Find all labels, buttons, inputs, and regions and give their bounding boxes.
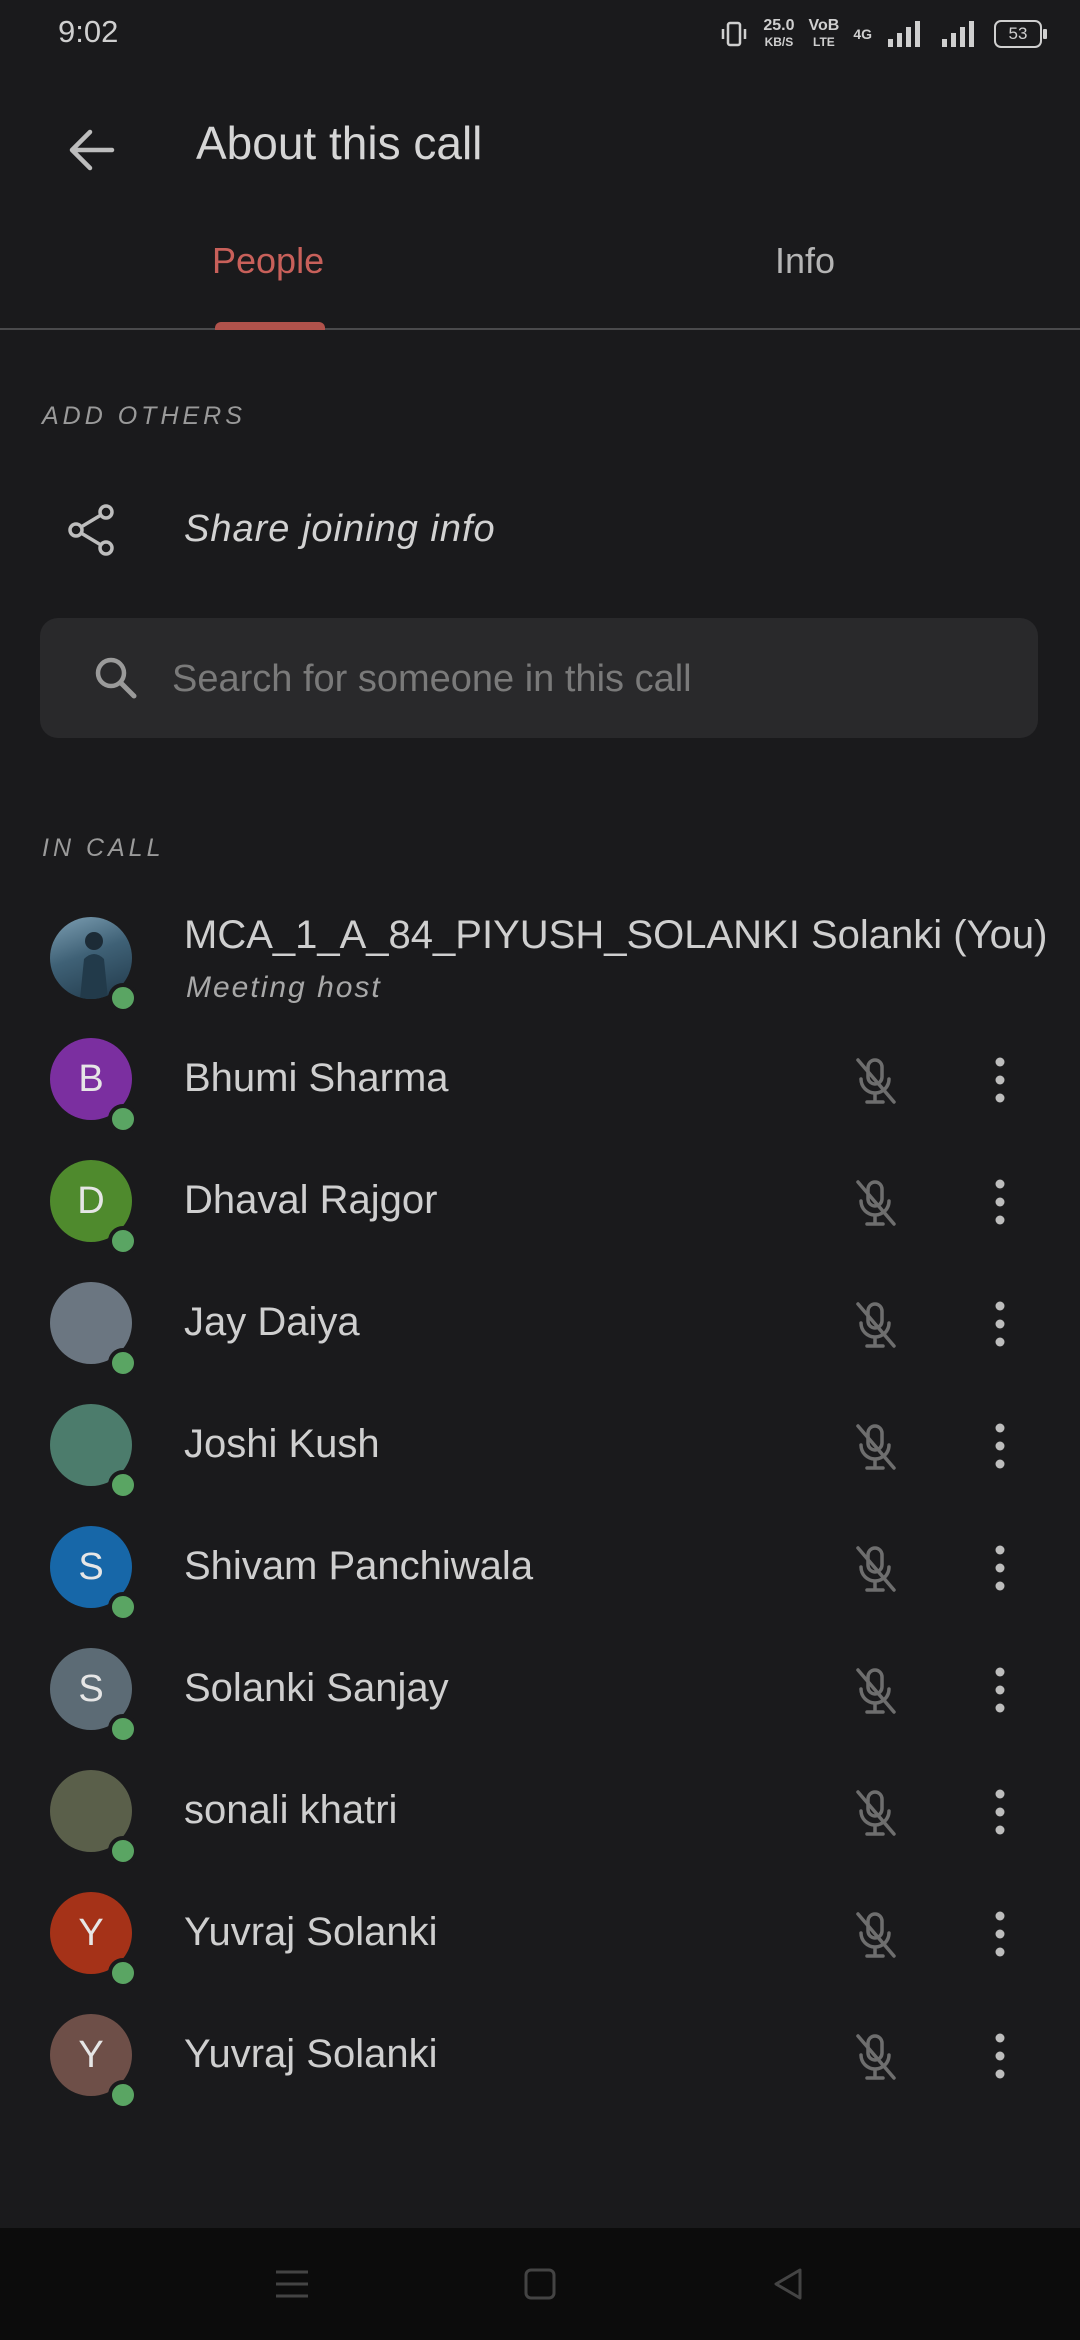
meeting-host-label: Meeting host (186, 971, 382, 1004)
mic-off-icon[interactable] (846, 1906, 904, 1964)
more-options-icon[interactable] (978, 1298, 1022, 1350)
share-joining-info-button[interactable]: Share joining info (0, 480, 1080, 580)
more-options-icon[interactable] (978, 1664, 1022, 1716)
participant-row: Y Yuvraj Solanki (0, 1872, 1080, 1994)
menu-icon[interactable] (272, 2264, 312, 2304)
search-bar[interactable] (40, 618, 1038, 738)
online-status-dot (108, 1470, 138, 1500)
network-speed: 25.0 KB/S (763, 18, 794, 50)
online-status-dot (108, 1714, 138, 1744)
speed-unit: KB/S (764, 35, 794, 49)
more-options-icon[interactable] (978, 1786, 1022, 1838)
online-status-dot (108, 1958, 138, 1988)
status-icons: 25.0 KB/S VoB LTE 4G 53 (719, 14, 1047, 54)
participant-name: Dhaval Rajgor (184, 1178, 438, 1222)
mic-off-icon[interactable] (846, 1174, 904, 1232)
status-bar: 9:02 25.0 KB/S VoB LTE 4G 53 (0, 0, 1080, 70)
mic-off-icon[interactable] (846, 1540, 904, 1598)
status-time: 9:02 (58, 14, 119, 49)
participant-name: Shivam Panchiwala (184, 1544, 534, 1588)
mic-off-icon[interactable] (846, 1662, 904, 1720)
more-options-icon[interactable] (978, 2030, 1022, 2082)
app-bar: About this call (0, 90, 1080, 200)
participant-name: Solanki Sanjay (184, 1666, 449, 1710)
home-icon[interactable] (520, 2264, 560, 2304)
volte-top: VoB (808, 17, 840, 34)
network-type: 4G (853, 26, 872, 42)
participant-row: S Shivam Panchiwala (0, 1506, 1080, 1628)
participant-host: MCA_1_A_84_PIYUSH_SOLANKI Solanki (You) … (0, 897, 1080, 1019)
share-icon (68, 504, 114, 556)
more-options-icon[interactable] (978, 1908, 1022, 1960)
participant-name: Bhumi Sharma (184, 1056, 449, 1100)
arrow-back-icon[interactable] (60, 118, 124, 182)
volte-bottom: LTE (813, 35, 835, 49)
more-options-icon[interactable] (978, 1054, 1022, 1106)
online-status-dot (108, 983, 138, 1013)
back-nav-icon[interactable] (768, 2264, 808, 2304)
online-status-dot (108, 1836, 138, 1866)
online-status-dot (108, 2080, 138, 2110)
online-status-dot (108, 1348, 138, 1378)
participant-row: Joshi Kush (0, 1384, 1080, 1506)
search-input[interactable] (170, 646, 1014, 712)
participant-name: Jay Daiya (184, 1300, 360, 1344)
tab-bar: People Info (0, 230, 1080, 330)
tab-people[interactable]: People (212, 240, 324, 282)
participant-name: Yuvraj Solanki (184, 1910, 438, 1954)
participant-name: Joshi Kush (184, 1422, 380, 1466)
mic-off-icon[interactable] (846, 1784, 904, 1842)
search-icon (95, 657, 137, 699)
mic-off-icon[interactable] (846, 1418, 904, 1476)
participant-row: Jay Daiya (0, 1262, 1080, 1384)
participant-name: sonali khatri (184, 1788, 398, 1832)
tab-indicator (215, 322, 325, 330)
online-status-dot (108, 1226, 138, 1256)
more-options-icon[interactable] (978, 1542, 1022, 1594)
battery-icon: 53 (994, 20, 1047, 48)
vibrate-icon (722, 21, 747, 47)
more-options-icon[interactable] (978, 1176, 1022, 1228)
more-options-icon[interactable] (978, 1420, 1022, 1472)
participant-name: MCA_1_A_84_PIYUSH_SOLANKI Solanki (You) (184, 913, 1048, 957)
speed-value: 25.0 (763, 17, 795, 34)
mic-off-icon[interactable] (846, 1052, 904, 1110)
online-status-dot (108, 1104, 138, 1134)
share-joining-info-label: Share joining info (184, 508, 496, 550)
participant-row: sonali khatri (0, 1750, 1080, 1872)
volte-badge: VoB LTE (809, 18, 840, 50)
page-title: About this call (196, 117, 483, 169)
participant-row: D Dhaval Rajgor (0, 1140, 1080, 1262)
signal-icon (888, 21, 920, 47)
mic-off-icon[interactable] (846, 2028, 904, 2086)
mic-off-icon[interactable] (846, 1296, 904, 1354)
participant-row: Y Yuvraj Solanki (0, 1994, 1080, 2116)
participant-name: Yuvraj Solanki (184, 2032, 438, 2076)
system-nav-bar (0, 2228, 1080, 2340)
participant-row: B Bhumi Sharma (0, 1018, 1080, 1140)
in-call-label: IN CALL (42, 834, 165, 862)
add-others-label: ADD OTHERS (42, 402, 246, 430)
participant-row: S Solanki Sanjay (0, 1628, 1080, 1750)
tab-info[interactable]: Info (775, 240, 835, 282)
online-status-dot (108, 1592, 138, 1622)
signal-icon-2 (942, 21, 974, 47)
